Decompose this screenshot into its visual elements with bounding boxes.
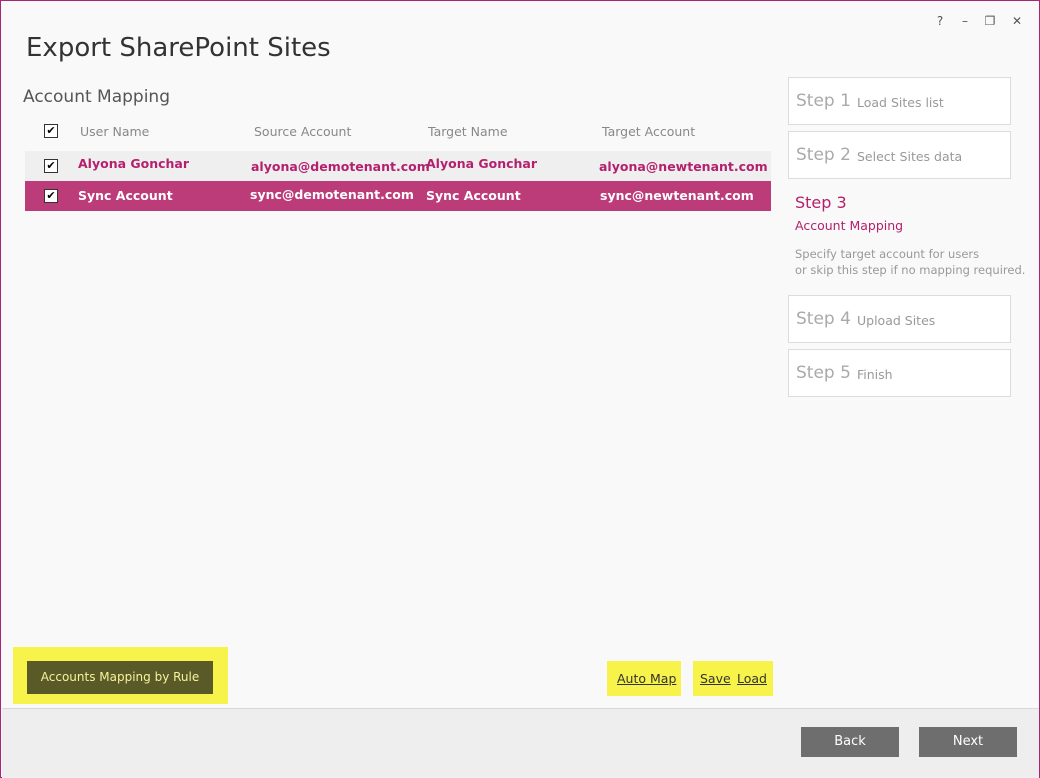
column-header-source-account[interactable]: Source Account [254, 124, 351, 139]
section-title: Account Mapping [23, 87, 170, 107]
table-header: ✔ User Name Source Account Target Name T… [25, 119, 771, 145]
step-3-description: Specify target account for users or skip… [795, 246, 1025, 278]
table-row[interactable]: ✔ Sync Account sync@demotenant.com Sync … [25, 181, 771, 211]
minimize-icon[interactable]: – [954, 11, 976, 31]
step-3-label: Account Mapping [795, 218, 904, 233]
column-header-target-name[interactable]: Target Name [428, 124, 508, 139]
column-header-user-name[interactable]: User Name [80, 124, 149, 139]
step-description-line: Specify target account for users [795, 247, 980, 261]
user-name-cell: Alyona Gonchar [78, 156, 190, 171]
target-account-cell[interactable]: alyona@newtenant.com [599, 159, 768, 174]
help-icon[interactable]: ? [929, 11, 951, 31]
step-label: Select Sites data [857, 149, 963, 164]
step-number: Step 4 [796, 309, 851, 329]
save-link[interactable]: Save [700, 671, 731, 686]
step-3-number: Step 3 [795, 193, 847, 212]
account-mapping-table: ✔ User Name Source Account Target Name T… [25, 119, 771, 211]
step-description-line: or skip this step if no mapping required… [795, 263, 1026, 277]
auto-map-link[interactable]: Auto Map [617, 671, 676, 686]
row-checkbox[interactable]: ✔ [44, 189, 58, 203]
back-button[interactable]: Back [801, 727, 899, 757]
target-account-cell[interactable]: sync@newtenant.com [600, 188, 754, 203]
step-label: Load Sites list [857, 95, 944, 110]
row-checkbox[interactable]: ✔ [44, 159, 58, 173]
step-1: Step 1 Load Sites list [788, 77, 1011, 125]
next-button[interactable]: Next [919, 727, 1017, 757]
target-name-cell[interactable]: Sync Account [426, 188, 521, 203]
app-window: ? – ❐ ✕ Export SharePoint Sites Account … [0, 0, 1040, 778]
step-label: Upload Sites [857, 313, 936, 328]
page-title: Export SharePoint Sites [26, 33, 331, 63]
step-4: Step 4 Upload Sites [788, 295, 1011, 343]
load-link[interactable]: Load [737, 671, 767, 686]
step-2: Step 2 Select Sites data [788, 131, 1011, 179]
step-label: Finish [857, 367, 893, 382]
source-account-cell: alyona@demotenant.com [251, 159, 430, 174]
target-name-cell[interactable]: Alyona Gonchar [426, 156, 537, 171]
source-account-cell: sync@demotenant.com [250, 187, 414, 202]
table-row[interactable]: ✔ Alyona Gonchar alyona@demotenant.com A… [25, 151, 771, 181]
step-number: Step 1 [796, 91, 851, 111]
user-name-cell: Sync Account [78, 188, 173, 203]
select-all-checkbox[interactable]: ✔ [44, 124, 58, 138]
column-header-target-account[interactable]: Target Account [602, 124, 695, 139]
step-number: Step 2 [796, 145, 851, 165]
accounts-mapping-by-rule-button[interactable]: Accounts Mapping by Rule [27, 661, 213, 694]
restore-icon[interactable]: ❐ [979, 11, 1001, 31]
step-5: Step 5 Finish [788, 349, 1011, 397]
step-number: Step 5 [796, 363, 851, 383]
close-icon[interactable]: ✕ [1006, 11, 1028, 31]
